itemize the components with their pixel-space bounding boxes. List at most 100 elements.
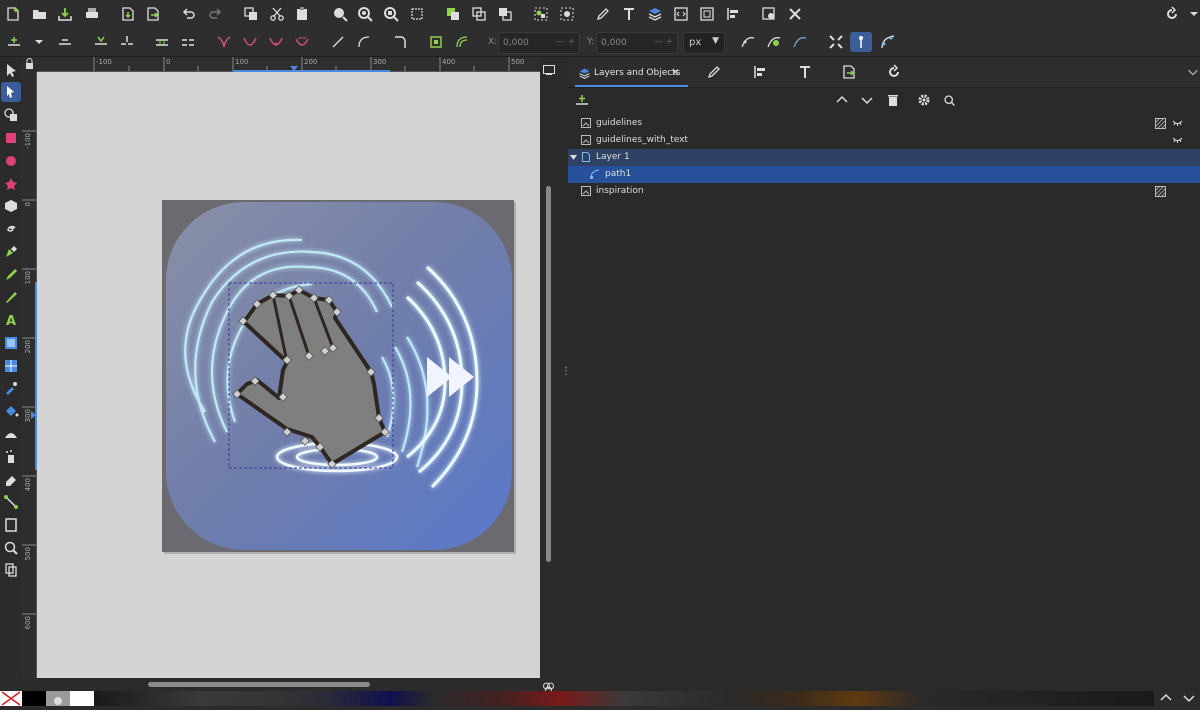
ellipse-tool-icon[interactable] [1, 151, 21, 171]
panel-menu-icon[interactable] [1186, 62, 1200, 82]
x-coordinate-input[interactable]: 0,000 — + [498, 32, 580, 54]
cut-icon[interactable] [267, 4, 287, 24]
insert-node-menu-icon[interactable] [29, 32, 49, 52]
expand-triangle-icon[interactable] [570, 154, 577, 161]
y-stepper[interactable]: — + [654, 37, 673, 47]
layer-row-inspiration[interactable]: inspiration [568, 183, 1200, 200]
selector-tool-icon[interactable] [1, 60, 21, 80]
spiral-tool-icon[interactable] [1, 219, 21, 239]
node-symmetric-icon[interactable] [266, 32, 286, 52]
fill-stroke-icon[interactable] [593, 4, 613, 24]
y-coordinate-input[interactable]: 0,000 — + [596, 32, 678, 54]
save-icon[interactable] [55, 4, 75, 24]
delete-icon[interactable] [883, 90, 903, 110]
align-tab-icon[interactable] [750, 62, 770, 82]
lock-hatch-icon[interactable] [1155, 186, 1166, 197]
tab-layers-and-objects[interactable]: Layers and Objects × [575, 61, 688, 87]
edit-mask-icon[interactable] [878, 32, 898, 52]
vertical-ruler[interactable]: -100 0 100 200 300 400 500 600 [22, 72, 37, 678]
x-stepper[interactable]: — + [556, 37, 575, 47]
document-properties-icon[interactable] [697, 4, 717, 24]
transform-tab-icon[interactable] [884, 62, 904, 82]
ungroup-icon[interactable] [557, 4, 577, 24]
shape-builder-tool-icon[interactable] [1, 105, 21, 125]
palette-swatches[interactable] [94, 691, 1154, 706]
import-icon[interactable] [118, 4, 138, 24]
text-tab-icon[interactable] [795, 62, 815, 82]
vertical-scroll-thumb[interactable] [546, 186, 551, 562]
zoom-page-icon[interactable] [381, 4, 401, 24]
join-nodes-icon[interactable] [91, 32, 111, 52]
redo-icon[interactable] [205, 4, 225, 24]
show-bezier-handles-icon[interactable] [764, 32, 784, 52]
node-tool-icon[interactable] [1, 82, 21, 102]
text-font-icon[interactable] [619, 4, 639, 24]
drawing-canvas[interactable] [37, 72, 540, 678]
white-swatch[interactable] [70, 691, 94, 706]
palette-menu-icon[interactable] [1180, 688, 1198, 708]
pen-tool-icon[interactable] [1, 242, 21, 262]
zoom-drawing-icon[interactable] [355, 4, 375, 24]
delete-node-icon[interactable] [55, 32, 75, 52]
snap-icon[interactable] [1162, 4, 1182, 24]
display-mode-icon[interactable] [543, 60, 555, 75]
spray-tool-icon[interactable] [1, 447, 21, 467]
color-manage-icon[interactable] [542, 679, 555, 694]
path-effect-icon[interactable] [452, 32, 472, 52]
clone-icon[interactable] [469, 4, 489, 24]
node-smooth-icon[interactable] [240, 32, 260, 52]
node-cusp-icon[interactable] [214, 32, 234, 52]
preferences-icon[interactable] [759, 4, 779, 24]
layer-row-guidelines-with-text[interactable]: guidelines_with_text [568, 132, 1200, 149]
dropper-tool-icon[interactable] [1, 378, 21, 398]
break-path-icon[interactable] [117, 32, 137, 52]
fill-stroke-tab-icon[interactable] [704, 62, 724, 82]
eraser-tool-icon[interactable] [1, 469, 21, 489]
palette-scroll-up-icon[interactable] [1157, 688, 1175, 708]
unlink-clone-icon[interactable] [495, 4, 515, 24]
paste-icon[interactable] [292, 4, 312, 24]
object-row-path1[interactable]: path1 [568, 166, 1200, 183]
segment-curve-icon[interactable] [354, 32, 374, 52]
hidden-eye-icon[interactable] [1172, 135, 1183, 146]
show-path-outline-icon[interactable] [790, 32, 810, 52]
text-tool-icon[interactable]: A [1, 310, 21, 330]
connector-tool-icon[interactable] [1, 492, 21, 512]
show-clipping-path-icon[interactable] [850, 32, 872, 52]
tools-icon[interactable] [785, 4, 805, 24]
divider-grip-icon[interactable]: ⋮ [561, 366, 571, 380]
black-swatch[interactable] [22, 691, 46, 706]
duplicate-icon[interactable] [443, 4, 463, 24]
move-down-icon[interactable] [857, 90, 877, 110]
horizontal-ruler[interactable]: -100 0 100 200 300 400 500 [37, 57, 540, 72]
export-icon[interactable] [143, 4, 163, 24]
gradient-tool-icon[interactable] [1, 333, 21, 353]
no-paint-swatch[interactable] [0, 691, 22, 706]
close-icon[interactable]: × [671, 67, 679, 78]
xml-editor-icon[interactable] [671, 4, 691, 24]
zoom-tool-icon[interactable] [1, 538, 21, 558]
move-up-icon[interactable] [832, 90, 852, 110]
group-icon[interactable] [531, 4, 551, 24]
undo-icon[interactable] [179, 4, 199, 24]
print-icon[interactable] [82, 4, 102, 24]
zoom-page-width-icon[interactable] [407, 4, 427, 24]
horizontal-scroll-thumb[interactable] [148, 682, 370, 687]
star-tool-icon[interactable] [1, 174, 21, 194]
layer-row-layer-1[interactable]: Layer 1 [568, 149, 1200, 166]
calligraphy-tool-icon[interactable] [1, 287, 21, 307]
pencil-tool-icon[interactable] [1, 265, 21, 285]
new-document-icon[interactable] [3, 4, 23, 24]
object-to-path-icon[interactable] [390, 32, 410, 52]
layers-objects-icon[interactable] [645, 4, 665, 24]
hidden-eye-icon[interactable] [1172, 118, 1183, 129]
show-transform-handles-icon[interactable] [738, 32, 758, 52]
lock-hatch-icon[interactable] [1155, 118, 1166, 129]
open-folder-icon[interactable] [30, 4, 50, 24]
mesh-tool-icon[interactable] [1, 356, 21, 376]
zoom-selection-icon[interactable] [330, 4, 350, 24]
snap-menu-icon[interactable] [1184, 4, 1200, 24]
stroke-to-path-icon[interactable] [426, 32, 446, 52]
rectangle-tool-icon[interactable] [1, 128, 21, 148]
segment-line-icon[interactable] [328, 32, 348, 52]
